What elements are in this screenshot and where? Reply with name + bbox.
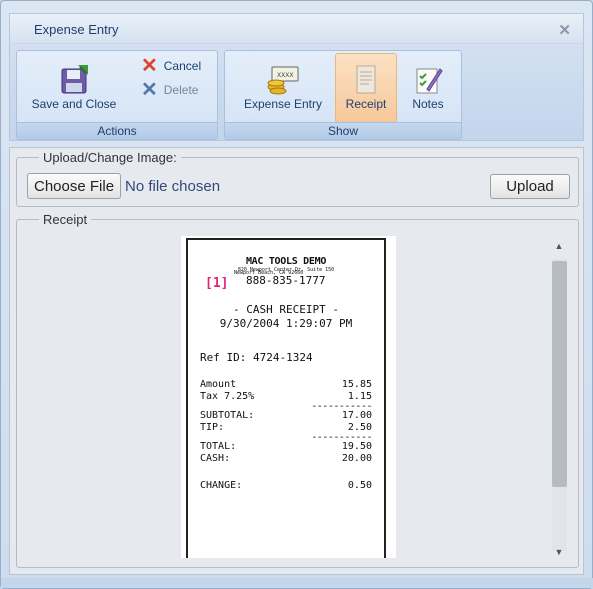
receipt-legend: Receipt bbox=[43, 212, 88, 227]
save-icon bbox=[61, 65, 88, 94]
total-value: 19.50 bbox=[341, 441, 372, 452]
title-bar: Expense Entry ✕ bbox=[9, 13, 584, 43]
save-and-close-label: Save and Close bbox=[31, 97, 117, 111]
show-group: XXXX Expense Entry Receipt Notes Show bbox=[224, 50, 462, 140]
delete-icon: ✕ bbox=[141, 79, 158, 101]
amount-value: 15.85 bbox=[341, 379, 372, 390]
scrollbar-thumb[interactable] bbox=[552, 261, 567, 487]
money-icon: XXXX bbox=[267, 66, 299, 95]
receipt-divider: ----------- bbox=[311, 432, 372, 443]
scroll-down-icon[interactable]: ▼ bbox=[550, 547, 568, 561]
receipt-datetime: 9/30/2004 1:29:07 PM bbox=[219, 317, 353, 330]
receipt-amount-row: Amount 15.85 bbox=[188, 379, 384, 391]
notes-button[interactable]: Notes bbox=[403, 63, 453, 111]
cancel-button[interactable]: ✕ Cancel bbox=[141, 55, 202, 77]
subtotal-label: SUBTOTAL: bbox=[200, 410, 255, 421]
content-area: Upload/Change Image: Choose File No file… bbox=[9, 147, 584, 575]
amount-label: Amount bbox=[200, 379, 237, 390]
receipt-phone-row: Newport Beach, CA 92660 [1] 888-835-1777 bbox=[188, 270, 384, 291]
tip-label: TIP: bbox=[200, 422, 225, 433]
file-status-text: No file chosen bbox=[125, 178, 221, 195]
save-and-close-button[interactable]: Save and Close bbox=[29, 63, 119, 111]
receipt-total-row: TOTAL: 19.50 bbox=[188, 441, 384, 453]
receipt-button[interactable]: Receipt bbox=[335, 63, 397, 111]
upload-legend: Upload/Change Image: bbox=[43, 150, 177, 165]
receipt-paper: MAC TOOLS DEMO 820 Newport Center Dr. Su… bbox=[186, 238, 386, 558]
receipt-divider: ----------- bbox=[311, 401, 372, 412]
delete-button[interactable]: ✕ Delete bbox=[141, 79, 199, 101]
tax-label: Tax 7.25% bbox=[200, 391, 255, 402]
notes-icon bbox=[416, 68, 443, 94]
receipt-icon bbox=[356, 65, 376, 94]
upload-button[interactable]: Upload bbox=[490, 174, 570, 199]
close-icon[interactable]: ✕ bbox=[558, 21, 571, 39]
receipt-heading: - CASH RECEIPT - bbox=[233, 303, 339, 316]
show-group-label: Show bbox=[225, 122, 461, 139]
receipt-fieldset: Receipt MAC TOOLS DEMO 820 Newport Cente… bbox=[16, 212, 579, 568]
change-label: CHANGE: bbox=[200, 480, 243, 491]
scroll-up-icon[interactable]: ▲ bbox=[550, 241, 568, 255]
expense-entry-label: Expense Entry bbox=[243, 97, 323, 111]
notes-label: Notes bbox=[412, 97, 444, 111]
receipt-cash-row: CASH: 20.00 bbox=[188, 453, 384, 465]
receipt-company: MAC TOOLS DEMO bbox=[245, 256, 327, 267]
receipt-change-row: CHANGE: 0.50 bbox=[188, 480, 384, 492]
svg-text:XXXX: XXXX bbox=[277, 72, 293, 79]
cancel-label: Cancel bbox=[163, 59, 202, 73]
cash-value: 20.00 bbox=[341, 453, 372, 464]
receipt-image: MAC TOOLS DEMO 820 Newport Center Dr. Su… bbox=[181, 236, 396, 558]
total-label: TOTAL: bbox=[200, 441, 237, 452]
delete-label: Delete bbox=[163, 83, 199, 97]
receipt-ref-id: Ref ID: 4724-1324 bbox=[200, 351, 313, 364]
window-title: Expense Entry bbox=[34, 22, 119, 37]
cash-label: CASH: bbox=[200, 453, 231, 464]
receipt-tag: [1] bbox=[205, 276, 229, 291]
receipt-scrollbar[interactable]: ▲ ▼ bbox=[550, 241, 568, 571]
choose-file-button[interactable]: Choose File bbox=[27, 173, 122, 199]
actions-group-label: Actions bbox=[17, 122, 217, 139]
expense-entry-button[interactable]: XXXX Expense Entry bbox=[235, 63, 331, 111]
subtotal-value: 17.00 bbox=[341, 410, 372, 421]
receipt-subtotal-row: SUBTOTAL: 17.00 bbox=[188, 410, 384, 422]
receipt-phone: 888-835-1777 bbox=[246, 274, 326, 287]
ribbon-toolbar: Save and Close ✕ Cancel ✕ Delete Actions… bbox=[9, 43, 584, 141]
window-bottom-edge bbox=[1, 578, 593, 588]
change-value: 0.50 bbox=[347, 480, 372, 491]
actions-group: Save and Close ✕ Cancel ✕ Delete Actions bbox=[16, 50, 218, 140]
upload-fieldset: Upload/Change Image: Choose File No file… bbox=[16, 150, 579, 207]
cancel-icon: ✕ bbox=[141, 55, 158, 77]
receipt-label: Receipt bbox=[345, 97, 387, 111]
expense-entry-window: Expense Entry ✕ Save and Close ✕ Cancel bbox=[0, 0, 593, 589]
